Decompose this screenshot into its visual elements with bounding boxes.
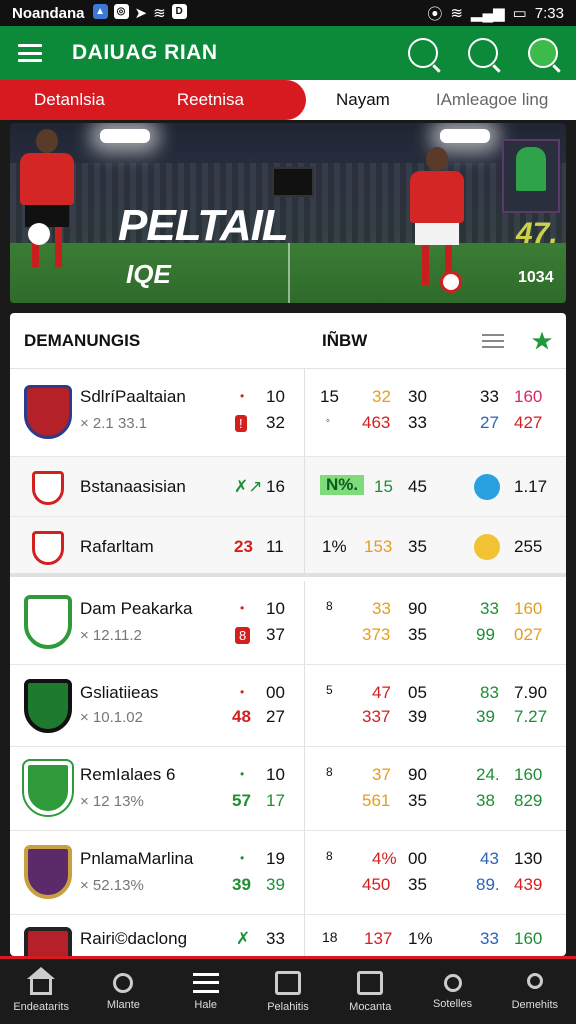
team-sub: × 2.1 33.1 — [80, 415, 148, 432]
tab-bar: Detanlsia Reetnisa Nayam IAmleagoe ling — [0, 80, 576, 120]
table-row[interactable]: Dam Peakarka × 12.11.2 • 10 8 37 8 33 90… — [10, 581, 566, 665]
hamburger-menu-icon[interactable] — [18, 44, 42, 62]
card-number: 1034 — [518, 269, 554, 286]
pin-icon — [443, 973, 462, 992]
team-name: Gsliatiieas — [80, 683, 159, 702]
nav-item-clipboard[interactable]: Pelahitis — [247, 959, 329, 1024]
star-icon[interactable] — [532, 331, 552, 350]
coin-icon — [28, 223, 50, 245]
app-bar: DAIUAG RIAN — [0, 26, 576, 80]
team-name: Bstanaasisian — [80, 477, 186, 496]
team-crest-icon — [24, 845, 72, 899]
table-row[interactable]: Rafarltam 23 11 1% 153 35 255 — [10, 517, 566, 577]
search-icon — [113, 972, 134, 993]
book-icon — [357, 970, 384, 995]
clipboard-icon — [274, 970, 301, 995]
team-name: PnlamaMarlina — [80, 849, 194, 868]
banner-subtitle: IQE — [126, 259, 171, 289]
nav-item-profile[interactable]: Demehits — [494, 959, 576, 1024]
team-crest-icon — [24, 927, 72, 956]
status-bar: Noandana ▲ ◎ ➤ ≋ D ⦿ ≋ ▂▄▆ ▭ 7:33 — [0, 0, 576, 26]
team-sub: × 10.1.02 — [80, 709, 143, 726]
home-icon — [27, 966, 56, 995]
table-row[interactable]: Rairi©daclong ✗ 33 18 137 1% 33 160 — [10, 915, 566, 956]
search-alt-icon[interactable] — [468, 38, 498, 68]
floodlight — [100, 129, 150, 143]
now-label: IÑBW — [322, 330, 368, 350]
signal-icon: ▂▄▆ — [470, 5, 505, 22]
team-name: Rairi©daclong — [80, 929, 188, 948]
carrier-label: Noandana — [12, 4, 85, 22]
tab-group-active: Detanlsia Reetnisa — [0, 80, 306, 120]
clock-time: 7:33 — [534, 4, 564, 22]
nav-item-search[interactable]: Mlante — [82, 959, 164, 1024]
standings-title: DEMANUNGIS — [24, 330, 141, 350]
player-card — [502, 139, 560, 213]
team-name: RemIalaes 6 — [80, 765, 176, 784]
team-name: Dam Peakarka — [80, 599, 193, 618]
table-row[interactable]: RemIalaes 6 × 12 13% • 10 57 17 8 37 90 … — [10, 747, 566, 831]
app-title: DAIUAG RIAN — [72, 41, 218, 64]
wifi-icon: ≋ — [153, 5, 166, 22]
team-crest-icon — [24, 595, 72, 649]
card-rating: 47. — [516, 217, 558, 250]
football-icon — [440, 271, 462, 293]
app-icon: ▲ — [92, 4, 108, 19]
table-row[interactable]: Bstanaasisian ✗↗ 16 N%. 15 45 1.17 — [10, 457, 566, 517]
scoreboard — [272, 167, 314, 197]
team-crest-icon — [24, 679, 72, 733]
vibrate-icon: ⦿ — [427, 5, 443, 23]
alert-badge-icon: 8 — [235, 627, 251, 644]
floodlight — [440, 129, 490, 143]
tab-detanlsia[interactable]: Detanlsia — [0, 90, 105, 110]
tab-reetnisa[interactable]: Reetnisa — [105, 90, 244, 110]
tab-nayam[interactable]: Nayam — [306, 90, 390, 110]
nav-item-home[interactable]: Endeatarits — [0, 959, 82, 1024]
team-crest-icon — [22, 759, 74, 817]
promo-banner[interactable]: PELTAIL IQE 47. 1034 — [10, 123, 566, 303]
status-dot-icon — [474, 474, 500, 500]
sim-icon: D — [171, 4, 187, 19]
team-sub: × 12.11.2 — [80, 627, 142, 644]
player-figure — [410, 147, 464, 285]
nav-item-location[interactable]: Sotelles — [411, 959, 493, 1024]
location-icon: ➤ — [134, 5, 148, 22]
team-crest-icon — [32, 471, 64, 505]
user-icon — [526, 972, 543, 989]
table-row[interactable]: Gsliatiieas × 10.1.02 • 00 48 27 5 47 05… — [10, 665, 566, 747]
battery-icon: ▭ — [512, 5, 527, 22]
standings-panel: DEMANUNGIS IÑBW SdlríPaaltaian × 2.1 33.… — [10, 313, 566, 956]
nav-item-menu[interactable]: Hale — [165, 959, 247, 1024]
tab-league[interactable]: IAmleagoe ling — [390, 90, 548, 110]
standings-header: DEMANUNGIS IÑBW — [10, 313, 566, 369]
status-dot-icon — [474, 534, 500, 560]
settings-icon: ◎ — [113, 4, 129, 19]
menu-icon — [192, 972, 219, 993]
alert-badge-icon: ! — [235, 415, 247, 432]
table-row[interactable]: SdlríPaaltaian × 2.1 33.1 • 10 ! 32 15 3… — [10, 369, 566, 457]
pitch — [10, 243, 566, 303]
team-sub: × 52.13% — [80, 877, 144, 894]
team-crest-icon — [24, 385, 72, 439]
nav-item-book[interactable]: Mocanta — [329, 959, 411, 1024]
wifi-signal-icon: ≋ — [450, 5, 463, 22]
banner-title: PELTAIL — [118, 201, 289, 250]
team-name: SdlríPaaltaian — [80, 387, 186, 406]
search-icon[interactable] — [408, 38, 438, 68]
list-view-icon[interactable] — [482, 333, 504, 348]
bottom-navigation: Endeatarits Mlante Hale Pelahitis Mocant… — [0, 956, 576, 1024]
team-name: Rafarltam — [80, 537, 154, 556]
player-figure — [20, 129, 74, 267]
favorite-icon[interactable] — [528, 38, 558, 68]
team-crest-icon — [32, 531, 64, 565]
table-row[interactable]: PnlamaMarlina × 52.13% • 19 39 39 8 4% 0… — [10, 831, 566, 915]
team-sub: × 12 13% — [80, 793, 144, 810]
